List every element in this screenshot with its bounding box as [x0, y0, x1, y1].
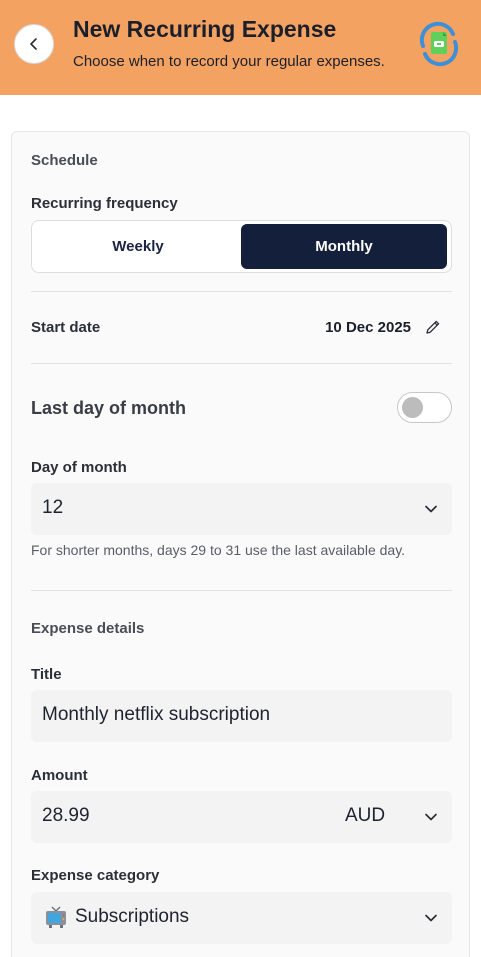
day-of-month-value: 12	[42, 497, 64, 518]
title-label: Title	[31, 666, 62, 683]
amount-input-value: 28.99	[42, 805, 90, 826]
amount-input[interactable]: 28.99 AUD	[31, 791, 452, 843]
expense-category-value: Subscriptions	[75, 906, 190, 927]
schedule-section-label: Schedule	[31, 152, 98, 169]
expense-details-section-label: Expense details	[31, 620, 145, 637]
expense-category-label: Expense category	[31, 867, 160, 884]
page-header: New Recurring Expense Choose when to rec…	[0, 0, 481, 95]
last-day-of-month-label: Last day of month	[31, 398, 187, 418]
chevron-down-icon[interactable]	[424, 810, 438, 824]
currency-select[interactable]: AUD	[345, 805, 385, 827]
start-date-value[interactable]: 10 Dec 2025	[325, 319, 411, 336]
page-title: New Recurring Expense	[73, 16, 337, 42]
chevron-left-icon	[30, 38, 37, 50]
last-day-of-month-toggle[interactable]	[397, 392, 452, 423]
television-icon	[46, 906, 66, 928]
chevron-down-icon	[425, 505, 437, 513]
back-button[interactable]	[14, 24, 54, 64]
title-input[interactable]: Monthly netflix subscription	[31, 690, 452, 742]
title-input-value: Monthly netflix subscription	[42, 704, 271, 725]
frequency-option-weekly[interactable]: Weekly	[35, 224, 241, 269]
divider	[31, 363, 452, 364]
divider	[31, 291, 452, 292]
start-date-label: Start date	[31, 319, 101, 336]
divider	[31, 590, 452, 591]
expense-category-select[interactable]: Subscriptions	[31, 892, 452, 944]
toggle-knob	[402, 397, 423, 418]
chevron-down-icon	[425, 914, 437, 922]
recurring-expense-form: Schedule Recurring frequency Weekly Mont…	[11, 131, 470, 957]
frequency-selector: Weekly Monthly	[31, 220, 452, 273]
pencil-icon[interactable]	[424, 318, 442, 336]
page-subtitle: Choose when to record your regular expen…	[73, 53, 385, 70]
amount-label: Amount	[31, 767, 88, 784]
recurring-frequency-label: Recurring frequency	[31, 195, 178, 212]
frequency-option-monthly[interactable]: Monthly	[241, 224, 447, 269]
day-of-month-hint: For shorter months, days 29 to 31 use th…	[31, 542, 406, 558]
recurring-document-icon	[419, 21, 459, 67]
day-of-month-select[interactable]: 12	[31, 483, 452, 535]
day-of-month-label: Day of month	[31, 459, 127, 476]
